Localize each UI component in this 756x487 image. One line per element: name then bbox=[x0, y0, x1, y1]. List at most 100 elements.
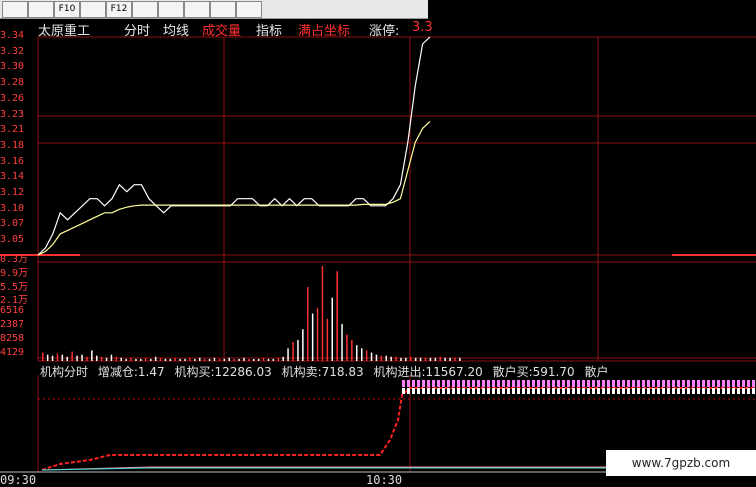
retail-buy-marker bbox=[542, 380, 545, 387]
retail-buy-marker bbox=[462, 380, 465, 387]
volume-bar bbox=[145, 357, 147, 361]
retail-buy-marker bbox=[617, 380, 620, 387]
retail-buy-marker bbox=[522, 380, 525, 387]
retail-buy-marker bbox=[752, 380, 755, 387]
retail-sell-marker bbox=[637, 388, 640, 394]
tab-indicator[interactable]: 指标 bbox=[256, 20, 282, 39]
retail-buy-marker bbox=[602, 380, 605, 387]
volume-bar bbox=[336, 271, 338, 361]
toolbar-button-kline[interactable] bbox=[28, 1, 54, 18]
toolbar-button-8[interactable] bbox=[184, 1, 210, 18]
volume-bar bbox=[370, 352, 373, 361]
price-tick-label: 3.12 bbox=[0, 187, 25, 198]
volume-bar bbox=[115, 356, 118, 361]
volume-bar bbox=[321, 266, 324, 361]
retail-line bbox=[41, 467, 610, 471]
volume-bar bbox=[405, 357, 407, 361]
retail-buy-marker bbox=[512, 380, 515, 387]
retail-sell-marker bbox=[402, 388, 405, 394]
toolbar-button-f12[interactable]: F12 bbox=[106, 1, 132, 18]
stock-name[interactable]: 太原重工 bbox=[38, 20, 90, 39]
retail-sell-marker bbox=[462, 388, 465, 394]
retail-buy-marker bbox=[717, 380, 720, 387]
retail-sell-marker bbox=[712, 388, 715, 394]
retail-sell-marker bbox=[672, 388, 675, 394]
volume-bar bbox=[51, 355, 54, 361]
retail-sell-marker bbox=[567, 388, 570, 394]
volume-bar bbox=[194, 358, 196, 361]
tab-intraday[interactable]: 分时 bbox=[124, 20, 150, 39]
toolbar-button-10[interactable] bbox=[236, 1, 262, 18]
retail-sell-marker bbox=[702, 388, 705, 394]
price-tick-label: 3.07 bbox=[0, 218, 25, 230]
retail-buy-marker bbox=[627, 380, 630, 387]
retail-buy-marker bbox=[567, 380, 570, 387]
price-tick-label: 3.28 bbox=[0, 77, 25, 89]
volume-bar bbox=[61, 354, 64, 361]
volume-bar bbox=[365, 350, 368, 361]
volume-tick-label: 2.1万 bbox=[0, 295, 29, 307]
tab-full-scale[interactable]: 满占坐标 bbox=[298, 20, 350, 39]
retail-sell-marker bbox=[482, 388, 485, 394]
retail-sell-marker bbox=[547, 388, 550, 394]
retail-buy-marker bbox=[547, 380, 550, 387]
volume-bar bbox=[130, 357, 132, 361]
retail-buy-marker bbox=[417, 380, 420, 387]
retail-sell-marker bbox=[727, 388, 730, 394]
retail-sell-marker bbox=[732, 388, 735, 394]
toolbar-button-intraday[interactable] bbox=[2, 1, 28, 18]
volume-bar bbox=[267, 358, 270, 361]
retail-buy-marker bbox=[557, 380, 560, 387]
volume-bar bbox=[42, 352, 44, 361]
toolbar-button-4[interactable] bbox=[80, 1, 106, 18]
volume-bar bbox=[100, 356, 103, 361]
volume-bar bbox=[390, 356, 392, 361]
volume-bar bbox=[81, 354, 83, 361]
retail-sell-marker bbox=[752, 388, 755, 394]
volume-bar bbox=[218, 358, 221, 361]
tab-volume[interactable]: 成交量 bbox=[202, 20, 241, 39]
retail-sell-marker bbox=[487, 388, 490, 394]
toolbar-button-f10[interactable]: F10 bbox=[54, 1, 80, 18]
volume-bar bbox=[459, 357, 461, 361]
toolbar-button-6[interactable] bbox=[132, 1, 158, 18]
chart-grid bbox=[0, 36, 756, 473]
retail-buy-marker bbox=[407, 380, 410, 387]
volume-bar bbox=[419, 357, 422, 361]
volume-bar bbox=[243, 357, 245, 361]
volume-bar bbox=[287, 348, 289, 361]
volume-bar bbox=[213, 357, 216, 361]
price-tick-label: 3.05 bbox=[0, 234, 25, 246]
retail-sell-marker bbox=[522, 388, 525, 394]
toolbar-button-7[interactable] bbox=[158, 1, 184, 18]
toolbar-button-9[interactable] bbox=[210, 1, 236, 18]
retail-sell-marker bbox=[652, 388, 655, 394]
volume-tick-label: 2387 bbox=[0, 319, 25, 330]
retail-buy-marker bbox=[572, 380, 575, 387]
retail-sell-marker bbox=[492, 388, 495, 394]
retail-sell-marker bbox=[527, 388, 530, 394]
volume-bar bbox=[361, 348, 363, 361]
tab-avg-line[interactable]: 均线 bbox=[163, 20, 189, 39]
retail-sell-marker bbox=[737, 388, 740, 394]
volume-bar bbox=[238, 358, 240, 361]
retail-sell-marker bbox=[537, 388, 540, 394]
volume-bar bbox=[228, 357, 230, 361]
retail-sell-marker bbox=[542, 388, 545, 394]
retail-buy-marker bbox=[577, 380, 580, 387]
retail-sell-marker bbox=[412, 388, 415, 394]
retail-buy-marker bbox=[662, 380, 665, 387]
retail-buy-marker bbox=[592, 380, 595, 387]
retail-sell-marker bbox=[447, 388, 450, 394]
retail-buy-marker bbox=[722, 380, 725, 387]
volume-bar bbox=[311, 313, 314, 361]
retail-buy-marker bbox=[457, 380, 460, 387]
institution-stats: 机构分时 增减仓:1.47 机构买:12286.03 机构卖:718.83 机构… bbox=[40, 363, 756, 380]
volume-bar bbox=[439, 356, 441, 361]
retail-sell-marker bbox=[717, 388, 720, 394]
volume-bar bbox=[331, 297, 333, 361]
volume-bar bbox=[282, 356, 284, 361]
retail-buy-marker bbox=[607, 380, 610, 387]
retail-sell-marker bbox=[517, 388, 520, 394]
time-mid: 10:30 bbox=[366, 473, 403, 487]
